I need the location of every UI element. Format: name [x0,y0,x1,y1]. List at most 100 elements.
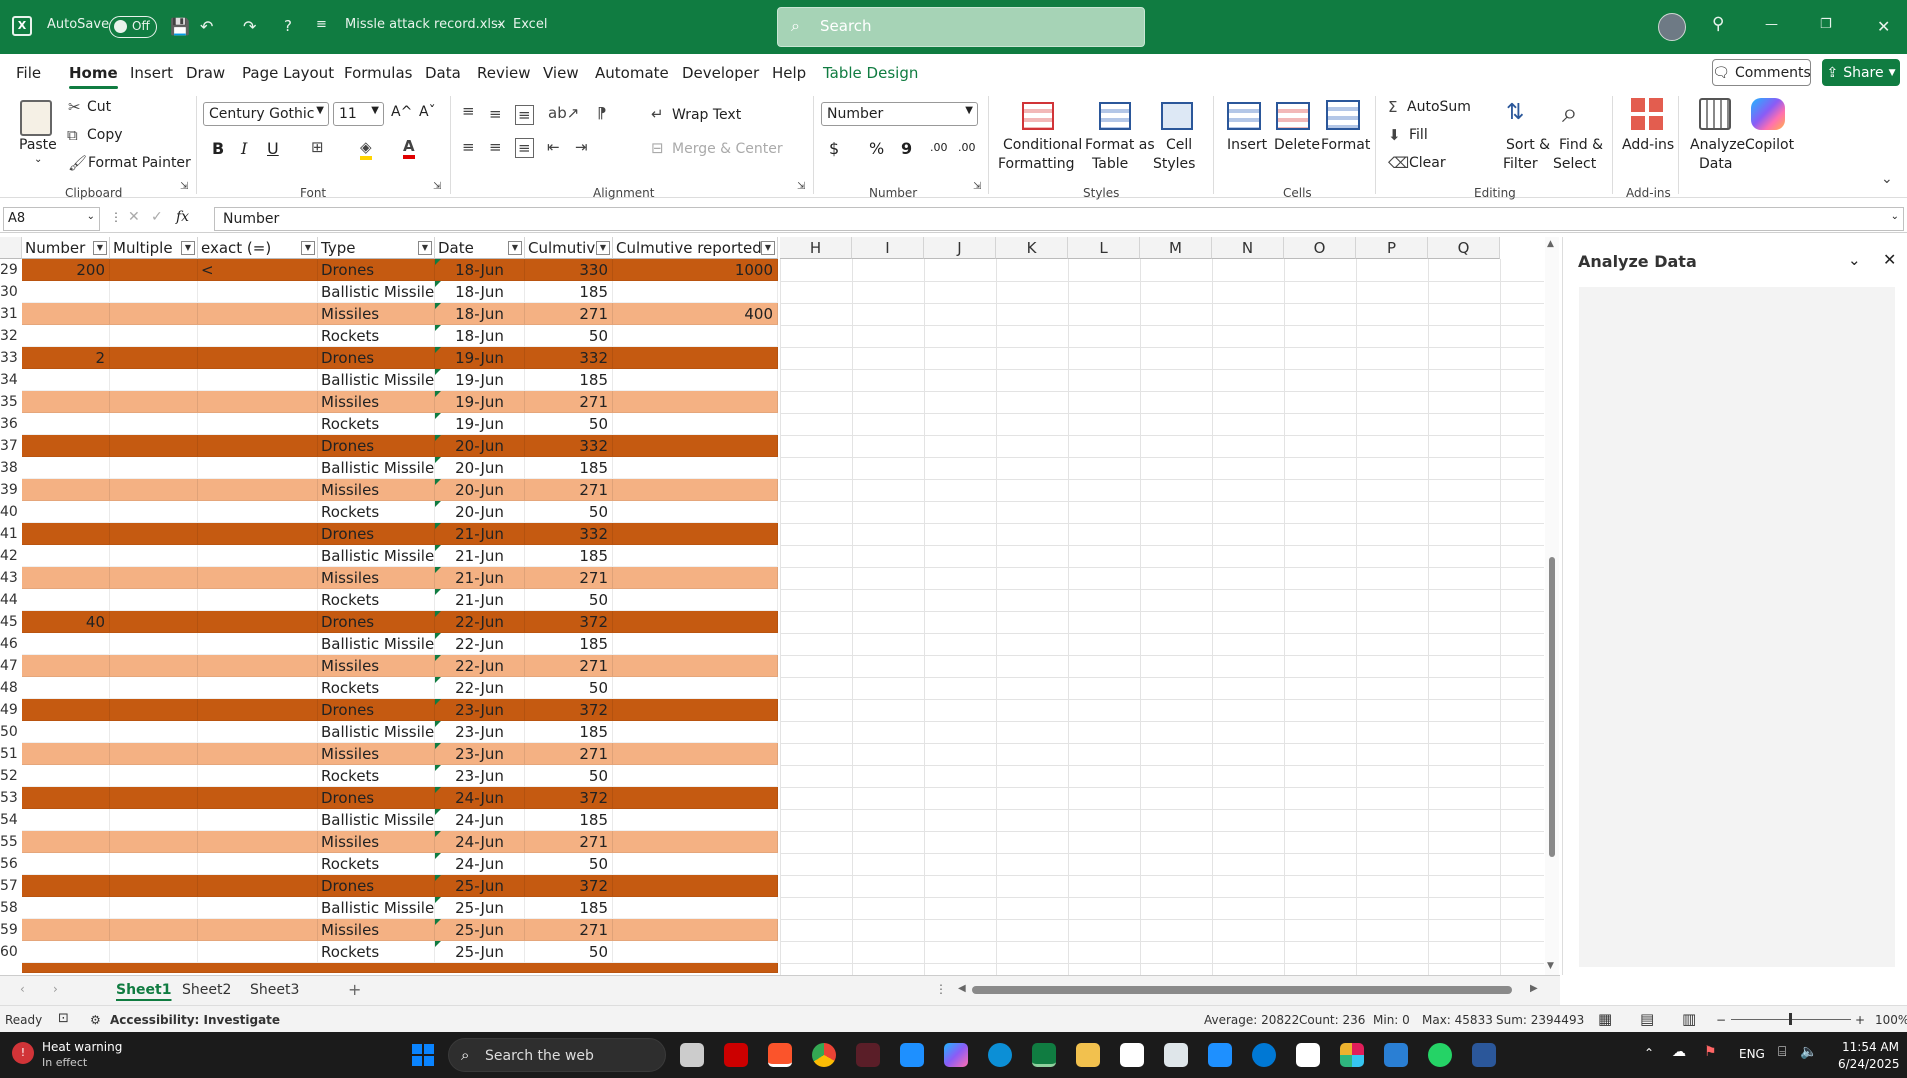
table-cell[interactable]: 22-Jun [435,677,525,699]
table-cell[interactable] [613,853,778,875]
table-cell[interactable]: Missiles [318,831,435,853]
table-cell[interactable]: Ballistic Missiles [318,633,435,655]
panel-close-icon[interactable]: ✕ [1883,250,1896,269]
app-icon[interactable] [856,1043,880,1067]
app-book-icon[interactable] [1296,1043,1320,1067]
table-header-0[interactable]: Number ▼ [22,237,110,259]
table-cell[interactable] [22,589,110,611]
notepad-icon[interactable] [1208,1043,1232,1067]
table-cell[interactable] [198,633,318,655]
row-header[interactable]: 59 [0,919,22,941]
table-cell[interactable] [613,655,778,677]
table-cell[interactable]: Drones [318,699,435,721]
table-cell[interactable]: 20-Jun [435,479,525,501]
table-cell[interactable] [110,633,198,655]
autosave-toggle[interactable]: Off [109,16,157,38]
align-bottom-icon[interactable]: ≡ [515,105,534,125]
increase-indent-icon[interactable]: ⇥ [575,138,588,156]
table-cell[interactable]: 19-Jun [435,391,525,413]
table-cell[interactable]: 22-Jun [435,655,525,677]
table-cell[interactable] [613,457,778,479]
row-header[interactable]: 47 [0,655,22,677]
table-cell[interactable]: 185 [525,281,613,303]
help-icon[interactable]: ? [284,17,292,35]
table-cell[interactable]: 50 [525,677,613,699]
table-cell[interactable]: 18-Jun [435,281,525,303]
table-cell[interactable] [110,479,198,501]
table-cell[interactable]: 271 [525,919,613,941]
table-cell[interactable] [110,721,198,743]
number-format-select[interactable]: Number ▼ [821,102,978,126]
copilot-taskbar-icon[interactable] [944,1043,968,1067]
horizontal-scrollbar[interactable] [972,986,1512,994]
table-cell[interactable] [22,699,110,721]
table-cell[interactable] [22,325,110,347]
lightbulb-icon[interactable]: ⚲ [1712,14,1724,34]
row-header[interactable]: 30 [0,281,22,303]
filter-dropdown-icon[interactable]: ▼ [508,241,522,255]
table-cell[interactable]: 23-Jun [435,743,525,765]
table-cell[interactable] [22,765,110,787]
table-cell[interactable] [22,523,110,545]
table-cell[interactable]: 50 [525,853,613,875]
insert-cells-button[interactable]: Insert [1227,137,1267,153]
customize-icon[interactable]: ≡ [316,17,327,32]
table-cell[interactable]: < [198,259,318,281]
table-cell[interactable]: 271 [525,831,613,853]
clock-time[interactable]: 11:54 AM [1842,1040,1899,1054]
format-painter-button[interactable]: Format Painter [88,155,191,171]
decrease-decimal-button[interactable]: .00 [958,141,976,154]
tab-help[interactable]: Help [772,64,806,82]
table-cell[interactable] [198,369,318,391]
format-cells-button[interactable]: Format [1321,137,1370,153]
table-cell[interactable]: 271 [525,479,613,501]
table-cell[interactable] [613,699,778,721]
font-size-select[interactable]: 11 ▼ [333,102,384,126]
more-options-icon[interactable]: ⋮ [110,210,122,224]
tab-view[interactable]: View [543,64,579,82]
table-cell[interactable] [198,435,318,457]
table-cell[interactable]: 185 [525,633,613,655]
prev-sheet-icon[interactable]: ‹ [20,982,25,996]
table-cell[interactable] [110,567,198,589]
filter-dropdown-icon[interactable]: ▼ [181,241,195,255]
row-header[interactable]: 53 [0,787,22,809]
table-cell[interactable] [110,259,198,281]
table-cell[interactable] [198,413,318,435]
table-cell[interactable] [110,369,198,391]
table-cell[interactable] [198,545,318,567]
comma-button[interactable]: 9 [901,139,912,158]
row-header[interactable]: 31 [0,303,22,325]
align-top-icon[interactable]: ≡ [462,102,475,120]
currency-button[interactable]: $ [829,139,839,158]
table-cell[interactable]: 271 [525,655,613,677]
table-cell[interactable]: 25-Jun [435,919,525,941]
find-select-button[interactable]: Find & [1559,137,1603,153]
table-cell[interactable] [613,941,778,963]
table-cell[interactable] [22,919,110,941]
table-cell[interactable]: 19-Jun [435,413,525,435]
insert-function-button[interactable]: fx [176,209,189,225]
sort-filter-button[interactable]: Sort & [1506,137,1550,153]
table-cell[interactable] [613,479,778,501]
table-cell[interactable] [110,413,198,435]
table-cell[interactable]: 18-Jun [435,325,525,347]
align-center-icon[interactable]: ≡ [489,138,502,156]
row-header[interactable]: 29 [0,259,22,281]
table-cell[interactable]: 372 [525,611,613,633]
tab-home[interactable]: Home [69,64,118,89]
whatsapp-icon[interactable] [1428,1043,1452,1067]
table-cell[interactable]: 332 [525,347,613,369]
expand-formula-icon[interactable]: ⌄ [1891,211,1899,222]
table-cell[interactable] [110,281,198,303]
row-header[interactable]: 32 [0,325,22,347]
table-cell[interactable]: 185 [525,897,613,919]
copy-button[interactable]: Copy [87,127,123,143]
table-cell[interactable]: 185 [525,809,613,831]
table-cell[interactable] [110,831,198,853]
table-cell[interactable] [22,567,110,589]
row-header[interactable]: 34 [0,369,22,391]
table-cell[interactable]: Ballistic Missiles [318,721,435,743]
table-cell[interactable]: 20-Jun [435,501,525,523]
clipboard-launcher-icon[interactable]: ⇲ [180,181,188,192]
